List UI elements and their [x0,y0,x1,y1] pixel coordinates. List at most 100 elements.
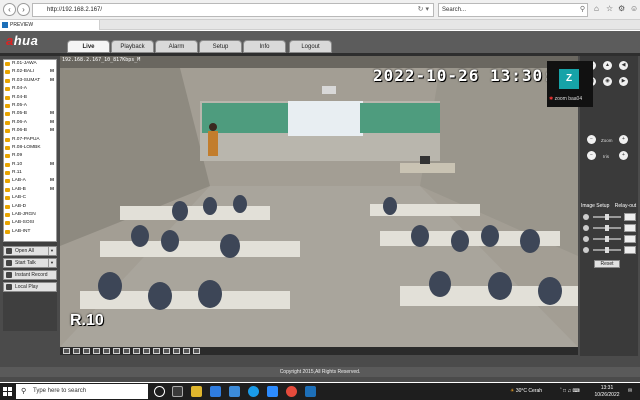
browser-search-field[interactable]: Search... ⚲ [438,3,588,17]
video-layout-button[interactable] [93,348,100,354]
brightness-slider[interactable] [583,213,637,221]
channel-item[interactable]: LAB-D [4,203,56,211]
video-layout-button[interactable] [163,348,170,354]
open-all-button[interactable]: Open All ▼ [3,246,57,256]
zoom-avatar: Z [559,69,579,89]
channel-item[interactable]: LAB-B M [4,186,56,194]
smiley-icon[interactable]: ☺ [630,4,638,13]
channel-item[interactable]: R.07-PAPUA [4,136,56,144]
video-layout-button[interactable] [183,348,190,354]
forward-button[interactable]: › [17,3,30,16]
iris-out-icon[interactable]: − [587,151,596,160]
channel-item[interactable]: R.06-A M [4,119,56,127]
reset-button[interactable]: Reset [594,260,620,268]
channel-item[interactable]: LAB-A M [4,177,56,185]
url-field[interactable]: http://192.168.2.167/ ↻ ▾ [32,3,434,17]
favorites-icon[interactable]: ☆ [606,4,613,13]
channel-item[interactable]: R.03-SUMAT M [4,77,56,85]
channel-item[interactable]: R.04-B [4,94,56,102]
settings-icon[interactable]: ⚙ [618,4,625,13]
cortana-icon[interactable] [154,386,165,397]
channel-item[interactable]: LAB-JRGN [4,211,56,219]
channel-item[interactable]: R.05-A [4,102,56,110]
nav-playback[interactable]: Playback [111,40,154,53]
channel-item[interactable]: R.05-B M [4,110,56,118]
mail-icon[interactable] [210,386,221,397]
saturation-slider[interactable] [583,235,637,243]
video-layout-button[interactable] [83,348,90,354]
channel-item[interactable]: LAB-SOSI [4,219,56,227]
zoom-in-icon[interactable]: + [619,135,628,144]
instant-record-button[interactable]: Instant Record [3,270,57,280]
nav-info[interactable]: Info [243,40,286,53]
video-layout-button[interactable] [133,348,140,354]
contrast-slider[interactable] [583,224,637,232]
channel-item[interactable]: LAB-INT [4,228,56,236]
hue-slider[interactable] [583,246,637,254]
home-icon[interactable]: ⌂ [594,4,599,13]
channel-label: R.03-SUMAT [12,77,41,83]
local-play-button[interactable]: Local Play [3,282,57,292]
channel-list[interactable]: R.01-JAWA R.02-BALI M R.03-SUMAT M R.04-A R.04… [3,59,57,242]
video-layout-button[interactable] [143,348,150,354]
channel-stream-badge: M [50,186,54,192]
video-layout-button[interactable] [123,348,130,354]
video-layout-button[interactable] [173,348,180,354]
channel-item[interactable]: R.04-A [4,85,56,93]
ptz-up-icon[interactable]: ▲ [603,61,612,70]
iris-in-icon[interactable]: + [619,151,628,160]
store-icon[interactable] [229,386,240,397]
video-layout-button[interactable] [73,348,80,354]
relay-out-tab[interactable]: Relay-out [615,203,636,209]
start-talk-dropdown-icon[interactable]: ▼ [48,259,55,267]
iris-label: Iris [603,154,609,159]
channel-item[interactable]: R.11 [4,169,56,177]
notifications-icon[interactable]: ✉ [628,383,632,400]
taskbar-search-field[interactable]: ⚲ Type here to search [16,384,148,399]
zoom-app-icon[interactable] [267,386,278,397]
ptz-right-icon[interactable]: ▶ [619,77,628,86]
channel-item[interactable]: LAB-C [4,194,56,202]
back-button[interactable]: ‹ [3,3,16,16]
channel-item[interactable]: R.01-JAWA [4,60,56,68]
clock-date: 10/26/2022 [594,391,620,398]
chrome-icon[interactable] [286,386,297,397]
open-all-dropdown-icon[interactable]: ▼ [48,247,55,255]
windows-start-icon[interactable] [3,387,12,396]
zoom-out-icon[interactable]: − [587,135,596,144]
video-layout-button[interactable] [193,348,200,354]
refresh-icon[interactable]: ↻ ▾ [418,4,429,16]
channel-item[interactable]: R.09 [4,152,56,160]
taskbar-clock[interactable]: 13:31 10/26/2022 [592,385,622,398]
start-talk-button[interactable]: Start Talk ▼ [3,258,57,268]
channel-item[interactable]: R.06-B M [4,127,56,135]
file-explorer-icon[interactable] [191,386,202,397]
tray-icons[interactable]: ˆ □ ♫ ⌨ [560,383,580,400]
zoom-meeting-overlay[interactable]: Z ✱ zoom baa04 [547,61,593,107]
nav-live[interactable]: Live [67,40,110,53]
video-layout-button[interactable] [63,348,70,354]
tab-preview[interactable]: PREVIEW [0,20,100,30]
live-video-feed[interactable]: 192.168.2.167_10_817Kbps_M 2022-10-26 13… [60,56,578,347]
video-layout-button[interactable] [113,348,120,354]
weather-widget[interactable]: ☀ 30°C Cerah [510,383,542,400]
video-layout-button[interactable] [153,348,160,354]
task-view-icon[interactable] [172,386,183,397]
ie-icon[interactable] [305,386,316,397]
nav-setup[interactable]: Setup [199,40,242,53]
channel-label: R.08-LOMBK [12,144,41,150]
zoom-participant-label: ✱ zoom baa04 [549,96,583,102]
channel-item[interactable]: R.02-BALI M [4,68,56,76]
ptz-center-icon[interactable]: ◉ [603,77,612,86]
image-setup-title: Image Setup [581,203,610,209]
search-icon[interactable]: ⚲ [580,4,585,16]
contrast-icon [583,225,589,231]
channel-item[interactable]: R.08-LOMBK [4,144,56,152]
nav-logout[interactable]: Logout [289,40,332,53]
edge-icon[interactable] [248,386,259,397]
nav-alarm[interactable]: Alarm [155,40,198,53]
camera-icon [5,87,10,92]
channel-item[interactable]: R.10 M [4,161,56,169]
video-layout-button[interactable] [103,348,110,354]
ptz-up-right-icon[interactable]: ◀ [619,61,628,70]
